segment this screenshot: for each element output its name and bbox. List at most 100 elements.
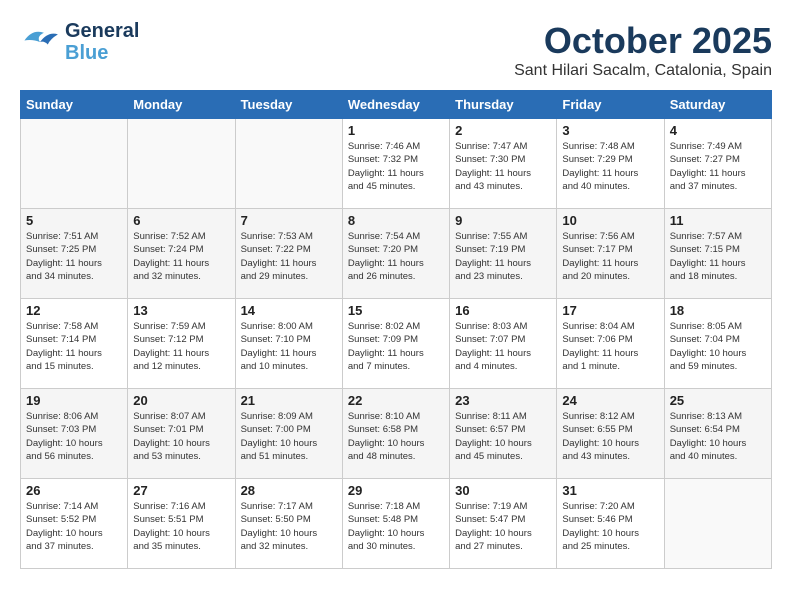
logo-text-group: General Blue	[65, 20, 139, 64]
day-info: Sunrise: 7:59 AM Sunset: 7:12 PM Dayligh…	[133, 320, 229, 373]
day-info: Sunrise: 7:19 AM Sunset: 5:47 PM Dayligh…	[455, 500, 551, 553]
day-info: Sunrise: 7:56 AM Sunset: 7:17 PM Dayligh…	[562, 230, 658, 283]
day-number: 23	[455, 393, 551, 408]
day-info: Sunrise: 7:57 AM Sunset: 7:15 PM Dayligh…	[670, 230, 766, 283]
day-number: 3	[562, 123, 658, 138]
calendar-cell: 3 Sunrise: 7:48 AM Sunset: 7:29 PM Daylig…	[557, 119, 664, 209]
day-info: Sunrise: 7:52 AM Sunset: 7:24 PM Dayligh…	[133, 230, 229, 283]
day-number: 7	[241, 213, 337, 228]
day-number: 2	[455, 123, 551, 138]
calendar-cell: 17 Sunrise: 8:04 AM Sunset: 7:06 PM Dayli…	[557, 299, 664, 389]
day-number: 25	[670, 393, 766, 408]
day-number: 28	[241, 483, 337, 498]
day-info: Sunrise: 8:07 AM Sunset: 7:01 PM Dayligh…	[133, 410, 229, 463]
day-info: Sunrise: 7:48 AM Sunset: 7:29 PM Dayligh…	[562, 140, 658, 193]
month-title: October 2025	[514, 20, 772, 62]
day-info: Sunrise: 7:49 AM Sunset: 7:27 PM Dayligh…	[670, 140, 766, 193]
calendar-cell: 11Sunrise: 7:57 AM Sunset: 7:15 PM Dayli…	[664, 209, 771, 299]
calendar-cell: 14 Sunrise: 8:00 AM Sunset: 7:10 PM Dayli…	[235, 299, 342, 389]
day-info: Sunrise: 8:04 AM Sunset: 7:06 PM Dayligh…	[562, 320, 658, 373]
calendar-cell: 7 Sunrise: 7:53 AM Sunset: 7:22 PM Daylig…	[235, 209, 342, 299]
calendar-cell	[21, 119, 128, 209]
day-number: 31	[562, 483, 658, 498]
header-sunday: Sunday	[21, 91, 128, 119]
logo-general: General	[65, 20, 139, 42]
day-info: Sunrise: 8:13 AM Sunset: 6:54 PM Dayligh…	[670, 410, 766, 463]
day-info: Sunrise: 7:46 AM Sunset: 7:32 PM Dayligh…	[348, 140, 444, 193]
calendar-cell: 26 Sunrise: 7:14 AM Sunset: 5:52 PM Dayli…	[21, 479, 128, 569]
calendar-cell: 31Sunrise: 7:20 AM Sunset: 5:46 PM Dayli…	[557, 479, 664, 569]
calendar-cell: 28Sunrise: 7:17 AM Sunset: 5:50 PM Dayli…	[235, 479, 342, 569]
calendar-week-row: 19 Sunrise: 8:06 AM Sunset: 7:03 PM Dayli…	[21, 389, 772, 479]
calendar-cell: 19 Sunrise: 8:06 AM Sunset: 7:03 PM Dayli…	[21, 389, 128, 479]
day-info: Sunrise: 7:16 AM Sunset: 5:51 PM Dayligh…	[133, 500, 229, 553]
day-info: Sunrise: 8:11 AM Sunset: 6:57 PM Dayligh…	[455, 410, 551, 463]
day-info: Sunrise: 8:12 AM Sunset: 6:55 PM Dayligh…	[562, 410, 658, 463]
day-number: 9	[455, 213, 551, 228]
day-number: 19	[26, 393, 122, 408]
day-number: 8	[348, 213, 444, 228]
day-info: Sunrise: 7:14 AM Sunset: 5:52 PM Dayligh…	[26, 500, 122, 553]
day-number: 14	[241, 303, 337, 318]
day-info: Sunrise: 7:47 AM Sunset: 7:30 PM Dayligh…	[455, 140, 551, 193]
calendar-cell: 30 Sunrise: 7:19 AM Sunset: 5:47 PM Dayli…	[450, 479, 557, 569]
day-number: 6	[133, 213, 229, 228]
calendar-cell: 20 Sunrise: 8:07 AM Sunset: 7:01 PM Dayli…	[128, 389, 235, 479]
calendar-cell	[235, 119, 342, 209]
page-header: General Blue October 2025 Sant Hilari Sa…	[20, 20, 772, 80]
day-info: Sunrise: 8:00 AM Sunset: 7:10 PM Dayligh…	[241, 320, 337, 373]
header-saturday: Saturday	[664, 91, 771, 119]
calendar-cell: 15 Sunrise: 8:02 AM Sunset: 7:09 PM Dayli…	[342, 299, 449, 389]
day-number: 1	[348, 123, 444, 138]
day-info: Sunrise: 8:02 AM Sunset: 7:09 PM Dayligh…	[348, 320, 444, 373]
day-number: 15	[348, 303, 444, 318]
calendar-week-row: 26 Sunrise: 7:14 AM Sunset: 5:52 PM Dayli…	[21, 479, 772, 569]
day-number: 17	[562, 303, 658, 318]
location-subtitle: Sant Hilari Sacalm, Catalonia, Spain	[514, 62, 772, 80]
day-number: 10	[562, 213, 658, 228]
calendar-cell: 23 Sunrise: 8:11 AM Sunset: 6:57 PM Dayli…	[450, 389, 557, 479]
day-info: Sunrise: 7:55 AM Sunset: 7:19 PM Dayligh…	[455, 230, 551, 283]
calendar-cell: 27 Sunrise: 7:16 AM Sunset: 5:51 PM Dayli…	[128, 479, 235, 569]
header-tuesday: Tuesday	[235, 91, 342, 119]
logo-icon	[20, 25, 60, 60]
header-thursday: Thursday	[450, 91, 557, 119]
calendar-cell: 13 Sunrise: 7:59 AM Sunset: 7:12 PM Dayli…	[128, 299, 235, 389]
day-number: 24	[562, 393, 658, 408]
day-info: Sunrise: 7:51 AM Sunset: 7:25 PM Dayligh…	[26, 230, 122, 283]
day-info: Sunrise: 8:06 AM Sunset: 7:03 PM Dayligh…	[26, 410, 122, 463]
calendar-cell: 29Sunrise: 7:18 AM Sunset: 5:48 PM Dayli…	[342, 479, 449, 569]
day-info: Sunrise: 8:03 AM Sunset: 7:07 PM Dayligh…	[455, 320, 551, 373]
day-number: 4	[670, 123, 766, 138]
calendar-cell	[128, 119, 235, 209]
calendar-cell: 12Sunrise: 7:58 AM Sunset: 7:14 PM Dayli…	[21, 299, 128, 389]
day-info: Sunrise: 7:58 AM Sunset: 7:14 PM Dayligh…	[26, 320, 122, 373]
day-number: 30	[455, 483, 551, 498]
day-number: 21	[241, 393, 337, 408]
calendar-cell: 5 Sunrise: 7:51 AM Sunset: 7:25 PM Daylig…	[21, 209, 128, 299]
logo-blue: Blue	[65, 42, 108, 64]
logo: General Blue	[20, 20, 139, 64]
day-number: 20	[133, 393, 229, 408]
day-number: 22	[348, 393, 444, 408]
day-number: 27	[133, 483, 229, 498]
calendar-cell: 16Sunrise: 8:03 AM Sunset: 7:07 PM Dayli…	[450, 299, 557, 389]
day-info: Sunrise: 8:09 AM Sunset: 7:00 PM Dayligh…	[241, 410, 337, 463]
header-friday: Friday	[557, 91, 664, 119]
calendar-cell: 1 Sunrise: 7:46 AM Sunset: 7:32 PM Daylig…	[342, 119, 449, 209]
calendar-table: SundayMondayTuesdayWednesdayThursdayFrid…	[20, 90, 772, 569]
day-info: Sunrise: 7:53 AM Sunset: 7:22 PM Dayligh…	[241, 230, 337, 283]
day-number: 5	[26, 213, 122, 228]
calendar-cell: 10 Sunrise: 7:56 AM Sunset: 7:17 PM Dayli…	[557, 209, 664, 299]
calendar-cell: 25 Sunrise: 8:13 AM Sunset: 6:54 PM Dayli…	[664, 389, 771, 479]
calendar-cell: 6 Sunrise: 7:52 AM Sunset: 7:24 PM Daylig…	[128, 209, 235, 299]
title-section: October 2025 Sant Hilari Sacalm, Catalon…	[514, 20, 772, 80]
header-wednesday: Wednesday	[342, 91, 449, 119]
calendar-cell: 2 Sunrise: 7:47 AM Sunset: 7:30 PM Daylig…	[450, 119, 557, 209]
calendar-cell: 21 Sunrise: 8:09 AM Sunset: 7:00 PM Dayli…	[235, 389, 342, 479]
day-number: 13	[133, 303, 229, 318]
header-monday: Monday	[128, 91, 235, 119]
calendar-cell: 22Sunrise: 8:10 AM Sunset: 6:58 PM Dayli…	[342, 389, 449, 479]
calendar-cell	[664, 479, 771, 569]
day-number: 26	[26, 483, 122, 498]
